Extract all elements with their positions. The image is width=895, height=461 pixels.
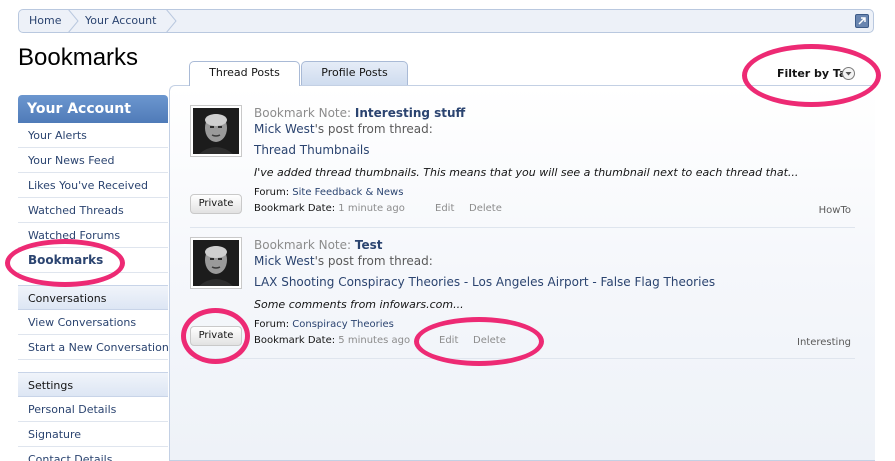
account-sidebar: Your Account Your Alerts Your News Feed …	[18, 95, 168, 461]
divider	[190, 358, 855, 359]
bookmark-user-line: Mick West's post from thread:	[254, 254, 433, 268]
page-title: Bookmarks	[18, 44, 139, 71]
user-suffix: 's post from thread:	[314, 122, 433, 136]
avatar[interactable]	[190, 237, 242, 289]
bookmark-date: 1 minute ago	[338, 203, 405, 214]
divider	[190, 227, 855, 228]
user-suffix: 's post from thread:	[314, 254, 433, 268]
forum-link[interactable]: Site Feedback & News	[292, 187, 403, 198]
sidebar-heading-conversations[interactable]: Conversations	[18, 285, 168, 310]
edit-button[interactable]: Edit	[435, 203, 454, 214]
edit-button[interactable]: Edit	[439, 335, 458, 346]
external-link-icon[interactable]	[855, 14, 869, 28]
date-line: Bookmark Date: 5 minutes ago	[254, 335, 410, 346]
sidebar-item-signature[interactable]: Signature	[18, 422, 168, 447]
private-button[interactable]: Private	[190, 194, 242, 214]
forum-label: Forum:	[254, 187, 290, 198]
forum-label: Forum:	[254, 319, 290, 330]
sidebar-item-news-feed[interactable]: Your News Feed	[18, 148, 168, 173]
user-link[interactable]: Mick West	[254, 122, 315, 136]
bookmark-note: Bookmark Note: Test	[254, 238, 383, 252]
breadcrumb-your-account[interactable]: Your Account	[85, 10, 156, 32]
bookmark-item: Bookmark Note: Interesting stuff Mick We…	[190, 105, 855, 225]
breadcrumb-separator	[67, 9, 79, 33]
bookmark-user-line: Mick West's post from thread:	[254, 122, 433, 136]
delete-button[interactable]: Delete	[469, 203, 502, 214]
sidebar-item-start-conversation[interactable]: Start a New Conversation	[18, 335, 168, 360]
breadcrumb-separator	[165, 9, 177, 33]
sidebar-item-watched-threads[interactable]: Watched Threads	[18, 198, 168, 223]
user-link[interactable]: Mick West	[254, 254, 315, 268]
date-label: Bookmark Date:	[254, 203, 336, 214]
sidebar-item-bookmarks[interactable]: Bookmarks	[18, 248, 168, 273]
date-line: Bookmark Date: 1 minute ago	[254, 203, 405, 214]
breadcrumb-home[interactable]: Home	[29, 10, 61, 32]
forum-link[interactable]: Conspiracy Theories	[292, 319, 394, 330]
bookmark-note-text: Interesting stuff	[354, 106, 466, 120]
breadcrumb: Home Your Account	[18, 9, 874, 33]
bookmark-date: 5 minutes ago	[338, 335, 411, 346]
bookmark-item: Bookmark Note: Test Mick West's post fro…	[190, 237, 855, 357]
forum-line: Forum: Site Feedback & News	[254, 187, 403, 198]
sidebar-item-watched-forums[interactable]: Watched Forums	[18, 223, 168, 248]
thread-link[interactable]: LAX Shooting Conspiracy Theories - Los A…	[254, 275, 715, 289]
bookmark-tag[interactable]: Interesting	[797, 337, 851, 348]
tab-thread-posts[interactable]: Thread Posts	[189, 61, 300, 86]
sidebar-heading-settings[interactable]: Settings	[18, 372, 168, 397]
bookmark-note-label: Bookmark Note:	[254, 106, 352, 120]
sidebar-item-contact-details[interactable]: Contact Details	[18, 447, 168, 461]
avatar[interactable]	[190, 105, 242, 157]
post-snippet: I've added thread thumbnails. This means…	[254, 166, 799, 179]
date-label: Bookmark Date:	[254, 335, 336, 346]
sidebar-item-view-conversations[interactable]: View Conversations	[18, 310, 168, 335]
bookmark-note: Bookmark Note: Interesting stuff	[254, 106, 465, 120]
sidebar-item-personal-details[interactable]: Personal Details	[18, 397, 168, 422]
delete-button[interactable]: Delete	[473, 335, 506, 346]
bookmark-note-text: Test	[354, 238, 383, 252]
bookmark-note-label: Bookmark Note:	[254, 238, 352, 252]
sidebar-heading[interactable]: Your Account	[18, 95, 168, 123]
dropdown-arrow-icon[interactable]	[842, 67, 855, 80]
bookmarks-panel: Bookmark Note: Interesting stuff Mick We…	[169, 85, 875, 461]
forum-line: Forum: Conspiracy Theories	[254, 319, 394, 330]
sidebar-item-likes[interactable]: Likes You've Received	[18, 173, 168, 198]
bookmark-tag[interactable]: HowTo	[819, 205, 851, 216]
post-snippet: Some comments from infowars.com...	[254, 298, 464, 311]
thread-link[interactable]: Thread Thumbnails	[254, 143, 370, 157]
tab-profile-posts[interactable]: Profile Posts	[301, 61, 408, 85]
private-button[interactable]: Private	[190, 326, 242, 346]
sidebar-item-alerts[interactable]: Your Alerts	[18, 123, 168, 148]
